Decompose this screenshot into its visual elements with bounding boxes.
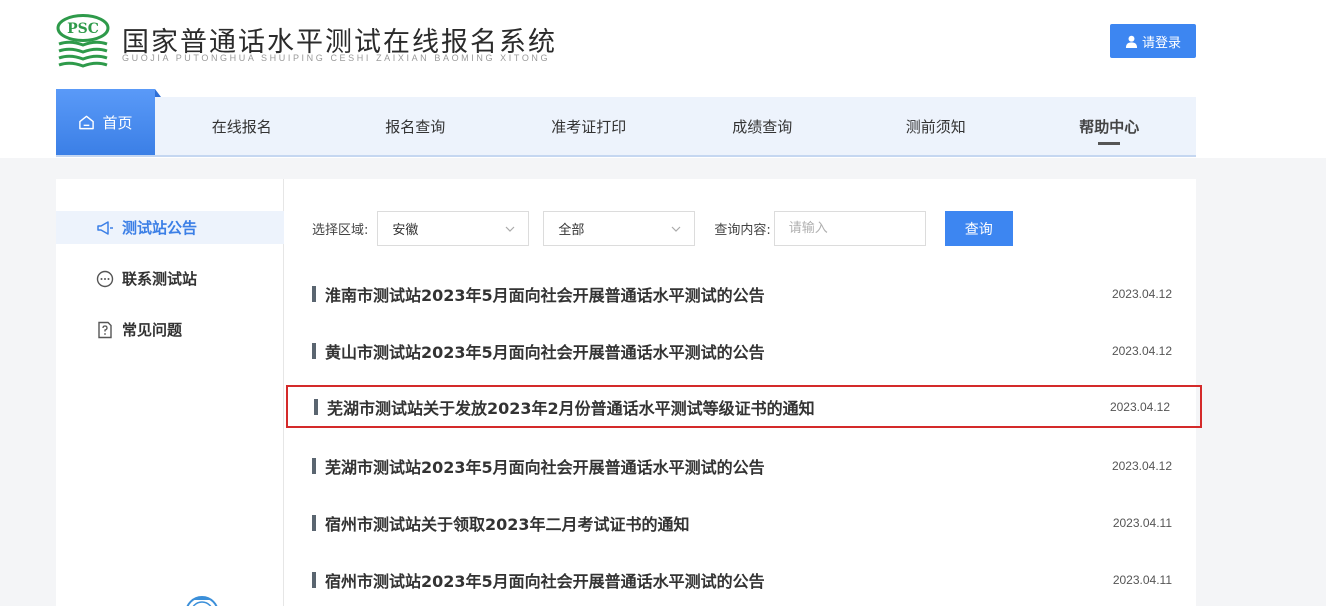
notice-date: 2023.04.12: [1111, 343, 1172, 358]
sidebar-item-faq[interactable]: 常见问题: [56, 313, 284, 346]
notice-date: 2023.04.12: [1111, 458, 1172, 473]
notice-date: 2023.04.11: [1112, 572, 1172, 587]
site-subtitle: GUOJIA PUTONGHUA SHUIPING CESHI ZAIXIAN …: [122, 53, 551, 63]
sidebar-item-label: 联系测试站: [122, 270, 198, 288]
megaphone-icon: [97, 220, 113, 235]
nav-item-home[interactable]: 首页: [56, 89, 161, 155]
decorative-badge-icon: [186, 596, 218, 606]
sidebar-item-contact[interactable]: 联系测试站: [56, 262, 284, 295]
psc-logo-icon[interactable]: PSC: [56, 14, 110, 68]
notice-date: 2023.04.12: [1111, 286, 1172, 301]
notice-item[interactable]: 淮南市测试站2023年5月面向社会开展普通话水平测试的公告 2023.04.12: [286, 272, 1202, 315]
nav-item-score-query[interactable]: 成绩查询: [676, 97, 850, 155]
region-select-value: 安徽: [392, 223, 419, 238]
chevron-down-icon: [671, 226, 681, 232]
notice-marker: [314, 398, 318, 415]
user-icon: [1125, 35, 1138, 48]
notice-marker: [312, 285, 316, 302]
notice-title[interactable]: 芜湖市测试站关于发放2023年2月份普通话水平测试等级证书的通知: [327, 395, 1110, 419]
chevron-down-icon: [505, 226, 515, 232]
sidebar-item-announcements[interactable]: 测试站公告: [56, 211, 284, 244]
query-input[interactable]: [773, 211, 926, 246]
home-icon: [79, 115, 95, 129]
notice-title[interactable]: 宿州市测试站关于领取2023年二月考试证书的通知: [325, 511, 1113, 535]
notice-marker: [312, 571, 316, 588]
chat-bubble-icon: [96, 270, 114, 287]
notice-item[interactable]: 宿州市测试站2023年5月面向社会开展普通话水平测试的公告 2023.04.11: [286, 558, 1202, 601]
notice-date: 2023.04.12: [1109, 399, 1170, 414]
nav-label: 首页: [102, 113, 133, 132]
query-label: 查询内容:: [714, 223, 771, 238]
document-question-icon: [98, 321, 112, 338]
notice-item[interactable]: 黄山市测试站2023年5月面向社会开展普通话水平测试的公告 2023.04.12: [286, 329, 1202, 372]
sidebar-item-label: 常见问题: [122, 321, 183, 339]
notice-title[interactable]: 淮南市测试站2023年5月面向社会开展普通话水平测试的公告: [325, 282, 1112, 306]
scope-select[interactable]: 全部: [543, 211, 696, 246]
sidebar: 测试站公告 联系测试站 常见问题: [56, 179, 284, 606]
notice-date: 2023.04.11: [1112, 515, 1172, 530]
svg-text:PSC: PSC: [67, 21, 99, 37]
notice-marker: [312, 514, 316, 531]
notice-marker: [312, 457, 316, 474]
filter-bar: 选择区域: 安徽 全部 查询内容: 查询: [312, 211, 1013, 246]
notice-marker: [312, 342, 316, 359]
region-select[interactable]: 安徽: [377, 211, 530, 246]
login-label: 请登录: [1141, 35, 1181, 51]
main-nav: 首页 在线报名 报名查询 准考证打印 成绩查询 测前须知 帮助中心: [56, 89, 1197, 157]
notice-item[interactable]: 宿州市测试站关于领取2023年二月考试证书的通知 2023.04.11: [286, 501, 1202, 544]
nav-item-admission-ticket[interactable]: 准考证打印: [502, 97, 676, 155]
nav-item-online-registration[interactable]: 在线报名: [155, 97, 329, 155]
region-label: 选择区域:: [312, 223, 369, 238]
content-card: 测试站公告 联系测试站 常见问题 选择区域: 安徽 全部 查询内容: 查询: [56, 179, 1202, 606]
nav-item-registration-query[interactable]: 报名查询: [329, 97, 503, 155]
nav-item-pretest-notice[interactable]: 测前须知: [849, 97, 1023, 155]
sidebar-item-label: 测试站公告: [122, 219, 198, 237]
query-button[interactable]: 查询: [944, 211, 1013, 246]
notice-title[interactable]: 芜湖市测试站2023年5月面向社会开展普通话水平测试的公告: [325, 454, 1112, 478]
nav-item-help-center[interactable]: 帮助中心: [1023, 97, 1197, 155]
notice-title[interactable]: 宿州市测试站2023年5月面向社会开展普通话水平测试的公告: [325, 568, 1113, 592]
notice-item[interactable]: 芜湖市测试站2023年5月面向社会开展普通话水平测试的公告 2023.04.12: [286, 444, 1202, 487]
notice-item-highlighted[interactable]: 芜湖市测试站关于发放2023年2月份普通话水平测试等级证书的通知 2023.04…: [286, 385, 1202, 428]
login-button[interactable]: 请登录: [1110, 24, 1196, 58]
scope-select-value: 全部: [558, 223, 585, 238]
notice-title[interactable]: 黄山市测试站2023年5月面向社会开展普通话水平测试的公告: [325, 339, 1112, 363]
